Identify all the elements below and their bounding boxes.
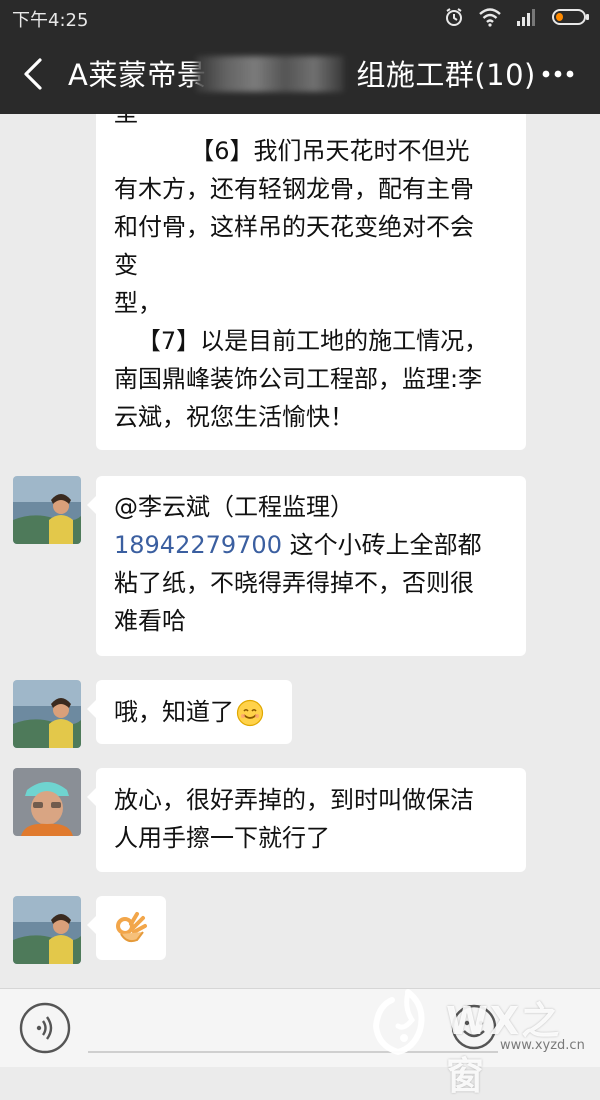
watermark-logo-icon xyxy=(372,989,425,1056)
wifi-icon xyxy=(479,8,501,27)
phone-number-link[interactable]: 18942279700 xyxy=(114,531,282,559)
chat-message-list[interactable]: 型 【6】我们吊天花时不但光 有木方，还有轻钢龙骨，配有主骨 和付骨，这样吊的天… xyxy=(0,114,600,988)
message-bubble[interactable]: @李云斌（工程监理） 18942279700 这个小砖上全部都 粘了纸，不晓得弄… xyxy=(87,476,526,656)
status-icons xyxy=(444,6,590,28)
message-line: 云斌，祝您生活愉快！ xyxy=(114,403,354,431)
message-line: 变 xyxy=(114,251,138,279)
message-line: 【7】以是目前工地的施工情况， xyxy=(114,327,489,355)
message-bubble[interactable]: 哦，知道了 xyxy=(87,680,292,744)
back-arrow-icon[interactable] xyxy=(14,54,54,94)
message-line: 型 xyxy=(114,114,138,132)
message-line: 有木方，还有轻钢龙骨，配有主骨 xyxy=(114,175,474,203)
avatar[interactable] xyxy=(13,680,81,748)
chat-title-suffix: 组施工群(10) xyxy=(356,58,536,92)
mention-text: @李云斌（工程监理） xyxy=(114,493,354,521)
message-line: 和付骨，这样吊的天花变绝对不会 xyxy=(114,213,474,241)
ok-hand-emoji-icon xyxy=(116,912,147,943)
message-line: 18942279700 这个小砖上全部都 xyxy=(114,526,482,564)
avatar-photo-icon xyxy=(13,896,81,964)
avatar-photo-icon xyxy=(13,768,81,836)
avatar[interactable] xyxy=(13,476,81,544)
watermark: WX之窗 www.xyzd.cn xyxy=(368,986,600,1098)
message-line: 【6】我们吊天花时不但光 xyxy=(114,137,470,165)
avatar[interactable] xyxy=(13,896,81,964)
message-line: 哦，知道了 xyxy=(114,693,264,731)
battery-icon xyxy=(552,9,589,25)
chat-title-prefix: A莱蒙帝景 xyxy=(68,58,207,92)
message-text: 这个小砖上全部都 xyxy=(281,531,482,559)
alarm-icon xyxy=(446,8,462,26)
status-time: 下午4:25 xyxy=(12,10,89,31)
voice-input-icon[interactable] xyxy=(18,1001,72,1055)
more-options-icon[interactable] xyxy=(538,60,578,88)
signal-icon xyxy=(517,9,535,26)
redacted-title-blur xyxy=(196,56,344,92)
status-bar: 下午4:25 xyxy=(0,0,600,34)
message-bubble[interactable]: 型 【6】我们吊天花时不但光 有木方，还有轻钢龙骨，配有主骨 和付骨，这样吊的天… xyxy=(96,114,526,450)
avatar-photo-icon xyxy=(13,680,81,748)
message-line: 难看哈 xyxy=(114,607,186,635)
smile-emoji-icon xyxy=(236,699,264,727)
avatar-photo-icon xyxy=(13,476,81,544)
message-line: 粘了纸，不晓得弄得掉不，否则很 xyxy=(114,569,474,597)
watermark-url: www.xyzd.cn xyxy=(500,1038,585,1053)
message-line: 放心，很好弄掉的，到时叫做保洁 xyxy=(114,786,474,814)
message-line: 南国鼎峰装饰公司工程部，监理:李 xyxy=(114,365,483,393)
message-bubble[interactable] xyxy=(87,896,166,960)
title-bar: A莱蒙帝景 组施工群(10) xyxy=(0,34,600,114)
message-line: 人用手擦一下就行了 xyxy=(114,824,330,852)
message-text: 哦，知道了 xyxy=(114,698,234,726)
message-line: 型， xyxy=(114,289,162,317)
avatar[interactable] xyxy=(13,768,81,836)
message-bubble[interactable]: 放心，很好弄掉的，到时叫做保洁 人用手擦一下就行了 xyxy=(87,768,526,872)
